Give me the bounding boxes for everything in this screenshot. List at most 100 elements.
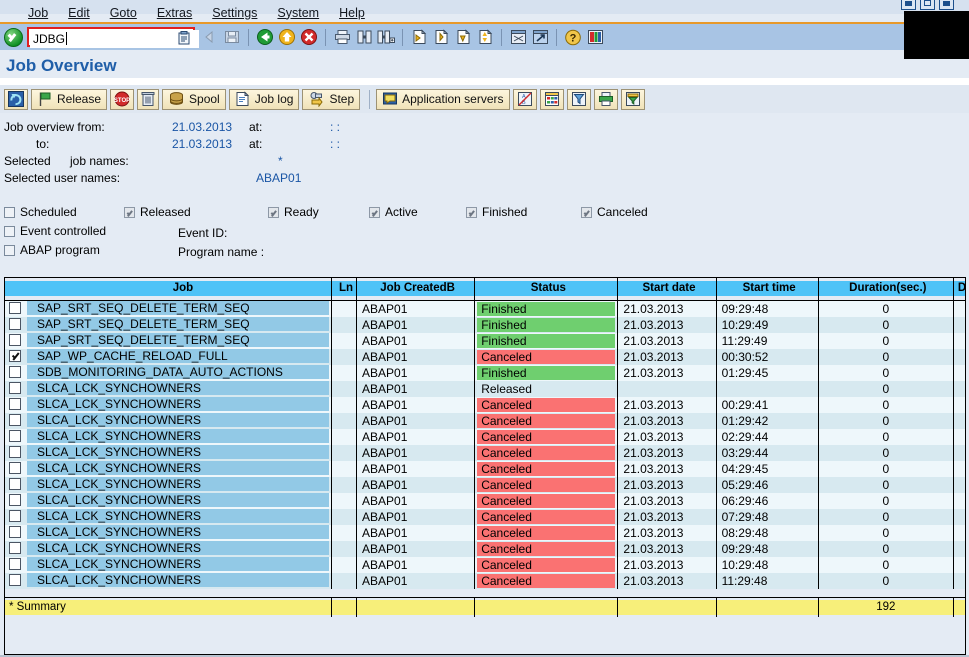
- cell-job[interactable]: SDB_MONITORING_DATA_AUTO_ACTIONS: [5, 364, 332, 381]
- column-header-start_time[interactable]: Start time: [716, 278, 819, 301]
- checkbox-event-controlled[interactable]: Event controlled: [4, 224, 106, 238]
- row-select-checkbox[interactable]: [9, 573, 21, 586]
- cell-job[interactable]: SLCA_LCK_SYNCHOWNERS: [5, 444, 332, 461]
- job-overview-to-date[interactable]: 21.03.2013: [172, 137, 232, 151]
- ok-check-icon[interactable]: [3, 27, 23, 47]
- cell-job[interactable]: SAP_SRT_SEQ_DELETE_TERM_SEQ: [5, 332, 332, 349]
- customize-icon[interactable]: [584, 26, 606, 48]
- checkbox-ready[interactable]: Ready: [268, 205, 319, 219]
- previous-page-icon[interactable]: [430, 26, 452, 48]
- checkbox-finished-box[interactable]: [466, 206, 477, 218]
- sum-button[interactable]: [620, 88, 645, 110]
- table-row[interactable]: SLCA_LCK_SYNCHOWNERS ABAP01 Canceled 21.03.…: [5, 428, 965, 445]
- spool-button[interactable]: Spool: [162, 88, 226, 110]
- checkbox-released-box[interactable]: [124, 206, 135, 218]
- cell-job[interactable]: SAP_SRT_SEQ_DELETE_TERM_SEQ: [5, 300, 332, 317]
- row-select-checkbox[interactable]: [9, 445, 21, 458]
- layout-button[interactable]: [539, 88, 564, 110]
- to-time-value[interactable]: : :: [330, 137, 340, 151]
- cell-job[interactable]: SLCA_LCK_SYNCHOWNERS: [5, 492, 332, 509]
- table-row[interactable]: SLCA_LCK_SYNCHOWNERS ABAP01 Canceled 21.03.…: [5, 540, 965, 557]
- table-row[interactable]: SLCA_LCK_SYNCHOWNERS ABAP01 Canceled 21.03.…: [5, 524, 965, 541]
- row-select-checkbox[interactable]: [9, 493, 21, 506]
- cell-job[interactable]: SLCA_LCK_SYNCHOWNERS: [5, 460, 332, 477]
- row-select-checkbox[interactable]: [9, 557, 21, 570]
- table-row[interactable]: SLCA_LCK_SYNCHOWNERS ABAP01 Canceled 21.03.…: [5, 396, 965, 413]
- release-button[interactable]: Release: [31, 88, 108, 110]
- column-header-delay[interactable]: De: [953, 278, 965, 301]
- checkbox-scheduled-box[interactable]: [4, 206, 15, 218]
- row-select-checkbox[interactable]: [9, 525, 21, 538]
- table-row[interactable]: SLCA_LCK_SYNCHOWNERS ABAP01 Canceled 21.03.…: [5, 476, 965, 493]
- row-select-checkbox[interactable]: [9, 317, 21, 330]
- row-select-checkbox[interactable]: [9, 349, 21, 362]
- table-row[interactable]: SLCA_LCK_SYNCHOWNERS ABAP01 Canceled 21.03.…: [5, 412, 965, 429]
- from-time-value[interactable]: : :: [330, 120, 340, 134]
- table-row[interactable]: SLCA_LCK_SYNCHOWNERS ABAP01 Canceled 21.03.…: [5, 492, 965, 509]
- menu-item-goto[interactable]: Goto: [100, 6, 147, 20]
- first-page-icon[interactable]: [408, 26, 430, 48]
- row-select-checkbox[interactable]: [9, 509, 21, 522]
- step-button[interactable]: Step: [302, 88, 361, 110]
- column-header-status[interactable]: Status: [474, 278, 619, 301]
- job-log-button[interactable]: Job log: [228, 88, 300, 110]
- table-row[interactable]: SDB_MONITORING_DATA_AUTO_ACTIONS ABAP01 Fi…: [5, 364, 965, 381]
- checkbox-active[interactable]: Active: [369, 205, 418, 219]
- checkbox-finished[interactable]: Finished: [466, 205, 527, 219]
- job-results-grid[interactable]: Job Ln Job CreatedB Status Start date Start t…: [4, 277, 966, 655]
- help-icon[interactable]: ?: [562, 26, 584, 48]
- column-header-job[interactable]: Job: [5, 278, 332, 301]
- cell-job[interactable]: SLCA_LCK_SYNCHOWNERS: [5, 556, 332, 573]
- checkbox-scheduled[interactable]: Scheduled: [4, 205, 77, 219]
- cell-job[interactable]: SLCA_LCK_SYNCHOWNERS: [5, 476, 332, 493]
- checkbox-event-controlled-box[interactable]: [4, 225, 15, 237]
- menu-item-settings[interactable]: Settings: [202, 6, 267, 20]
- cell-job[interactable]: SLCA_LCK_SYNCHOWNERS: [5, 396, 332, 413]
- user-names-value[interactable]: ABAP01: [256, 171, 301, 185]
- table-row[interactable]: SLCA_LCK_SYNCHOWNERS ABAP01 Canceled 21.03.…: [5, 508, 965, 525]
- cell-job[interactable]: SLCA_LCK_SYNCHOWNERS: [5, 380, 332, 397]
- create-session-icon[interactable]: [507, 26, 529, 48]
- checkbox-canceled-box[interactable]: [581, 206, 592, 218]
- filter-button[interactable]: [566, 88, 591, 110]
- cell-job[interactable]: SLCA_LCK_SYNCHOWNERS: [5, 540, 332, 557]
- exit-yellow-icon[interactable]: [276, 26, 298, 48]
- column-header-created_by[interactable]: Job CreatedB: [356, 278, 476, 301]
- column-header-start_date[interactable]: Start date: [617, 278, 717, 301]
- cell-job[interactable]: SLCA_LCK_SYNCHOWNERS: [5, 572, 332, 589]
- table-row[interactable]: SLCA_LCK_SYNCHOWNERS ABAP01 Canceled 21.03.…: [5, 572, 965, 589]
- table-row[interactable]: SLCA_LCK_SYNCHOWNERS ABAP01 Canceled 21.03.…: [5, 460, 965, 477]
- cell-job[interactable]: SLCA_LCK_SYNCHOWNERS: [5, 428, 332, 445]
- table-row[interactable]: SLCA_LCK_SYNCHOWNERS ABAP01 Released 0: [5, 380, 965, 397]
- save-icon[interactable]: [221, 26, 243, 48]
- column-header-ln[interactable]: Ln: [331, 278, 358, 301]
- job-overview-from-date[interactable]: 21.03.2013: [172, 120, 232, 134]
- table-row[interactable]: SAP_SRT_SEQ_DELETE_TERM_SEQ ABAP01 Finishe…: [5, 300, 965, 317]
- cell-job[interactable]: SAP_WP_CACHE_RELOAD_FULL: [5, 348, 332, 365]
- checkbox-ready-box[interactable]: [268, 206, 279, 218]
- print-preview-button[interactable]: [593, 88, 618, 110]
- cell-job[interactable]: SLCA_LCK_SYNCHOWNERS: [5, 524, 332, 541]
- menu-item-edit[interactable]: Edit: [58, 6, 100, 20]
- table-row[interactable]: SAP_SRT_SEQ_DELETE_TERM_SEQ ABAP01 Finishe…: [5, 316, 965, 333]
- menu-item-job[interactable]: Job: [18, 6, 58, 20]
- command-history-icon[interactable]: [178, 31, 190, 45]
- row-select-checkbox[interactable]: [9, 397, 21, 410]
- next-page-icon[interactable]: [452, 26, 474, 48]
- abc-analysis-button[interactable]: A B: [512, 88, 537, 110]
- checkbox-active-box[interactable]: [369, 206, 380, 218]
- table-row[interactable]: SLCA_LCK_SYNCHOWNERS ABAP01 Canceled 21.03.…: [5, 444, 965, 461]
- back-icon[interactable]: [199, 26, 221, 48]
- delete-button[interactable]: [137, 88, 160, 110]
- row-select-checkbox[interactable]: [9, 541, 21, 554]
- command-field-wrapper[interactable]: [27, 27, 199, 48]
- column-header-duration[interactable]: Duration(sec.): [818, 278, 954, 301]
- row-select-checkbox[interactable]: [9, 429, 21, 442]
- table-row[interactable]: SLCA_LCK_SYNCHOWNERS ABAP01 Canceled 21.03.…: [5, 556, 965, 573]
- row-select-checkbox[interactable]: [9, 333, 21, 346]
- refresh-button[interactable]: [4, 88, 28, 110]
- checkbox-released[interactable]: Released: [124, 205, 191, 219]
- checkbox-canceled[interactable]: Canceled: [581, 205, 648, 219]
- row-select-checkbox[interactable]: [9, 461, 21, 474]
- job-names-value[interactable]: *: [278, 154, 283, 168]
